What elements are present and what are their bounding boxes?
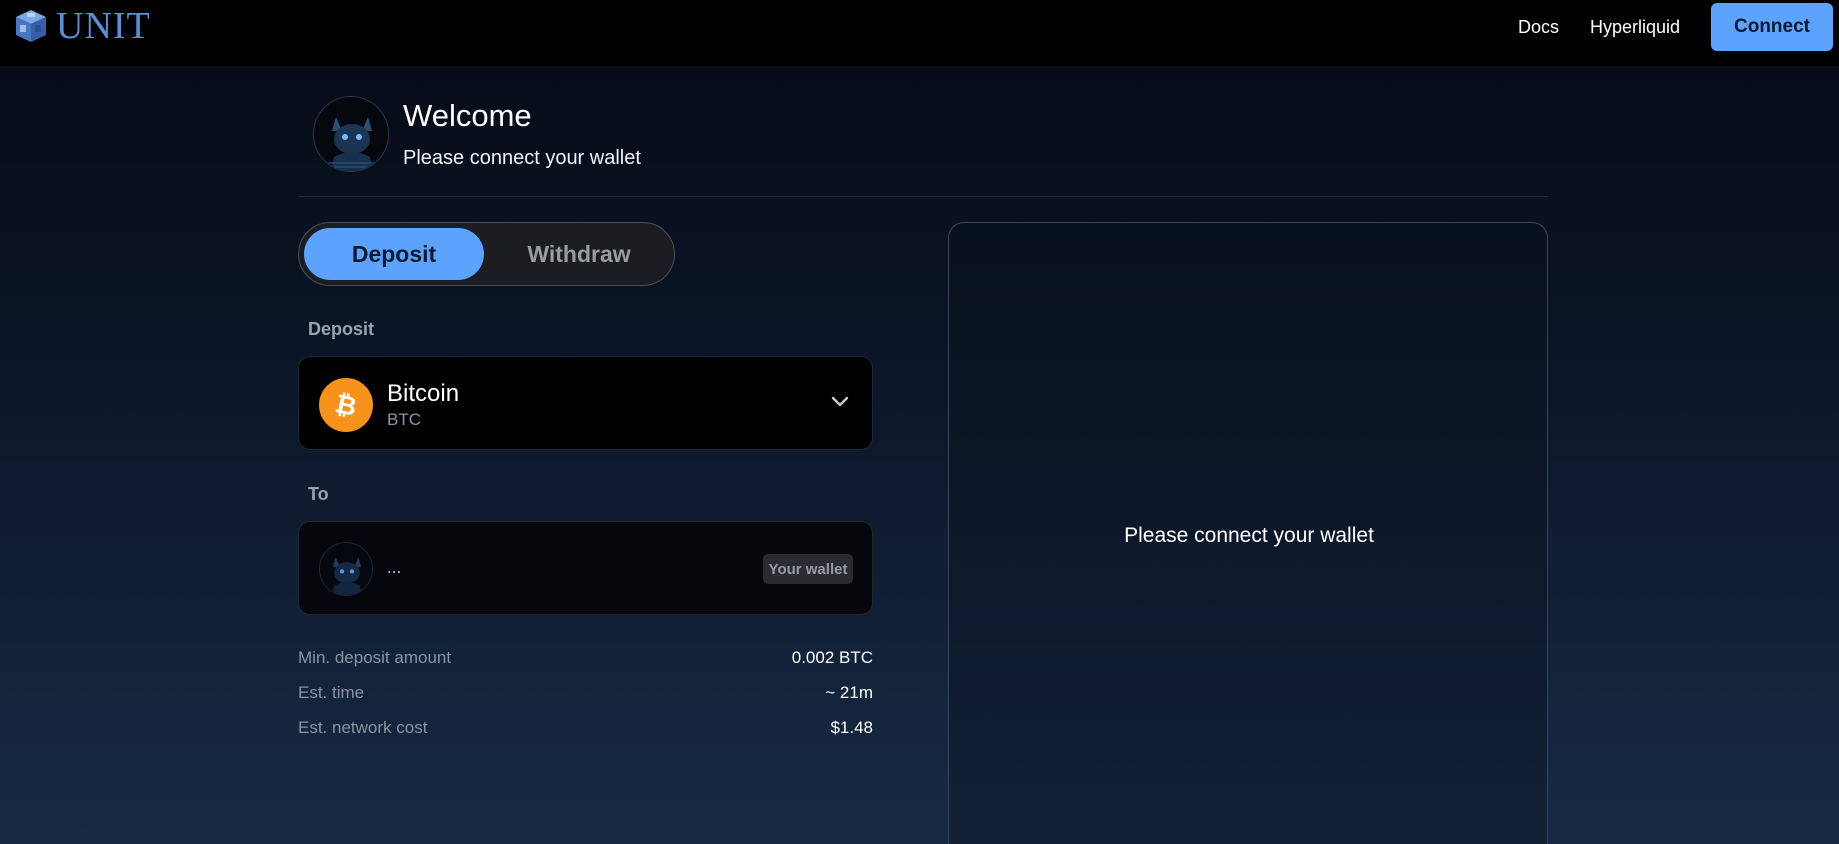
est-time-label: Est. time <box>298 683 365 702</box>
connect-button[interactable]: Connect <box>1711 3 1833 51</box>
min-deposit-row: Min. deposit amount 0.002 BTC <box>298 646 873 670</box>
network-cost-row: Est. network cost $1.48 <box>298 716 873 740</box>
deposit-withdraw-toggle: Deposit Withdraw <box>298 222 675 286</box>
cat-avatar-icon <box>320 543 372 595</box>
est-time-value: ~ 21m <box>825 683 873 702</box>
chevron-down-icon[interactable] <box>830 395 850 409</box>
est-time-row: Est. time ~ 21m <box>298 681 873 705</box>
network-cost-label: Est. network cost <box>298 718 428 737</box>
logo-text: UNIT <box>56 5 151 47</box>
nav-docs-link[interactable]: Docs <box>1518 16 1559 38</box>
to-label: To <box>308 484 329 504</box>
cat-avatar-icon <box>314 97 388 171</box>
nav-hyperliquid-link[interactable]: Hyperliquid <box>1590 16 1680 38</box>
tab-withdraw[interactable]: Withdraw <box>489 228 669 280</box>
welcome-title: Welcome <box>403 98 532 133</box>
asset-ticker: BTC <box>387 410 421 429</box>
destination-wallet-field: ... Your wallet <box>298 521 873 615</box>
tab-deposit[interactable]: Deposit <box>304 228 484 280</box>
wallet-status-panel: Please connect your wallet <box>948 222 1548 844</box>
deposit-label: Deposit <box>308 319 375 339</box>
avatar <box>313 96 389 172</box>
connect-wallet-message: Please connect your wallet <box>1124 524 1374 547</box>
wallet-address: ... <box>387 558 402 577</box>
min-deposit-value: 0.002 BTC <box>791 648 873 667</box>
unit-logo[interactable]: UNIT <box>12 6 151 46</box>
network-cost-value: $1.48 <box>830 718 873 737</box>
welcome-subtitle: Please connect your wallet <box>403 147 641 169</box>
header-divider <box>298 196 1548 197</box>
asset-selector[interactable]: ₿ Bitcoin BTC <box>298 356 873 450</box>
asset-name: Bitcoin <box>387 380 460 407</box>
bitcoin-icon: ₿ <box>319 378 373 432</box>
svg-text:₿: ₿ <box>332 390 359 420</box>
min-deposit-label: Min. deposit amount <box>298 648 452 667</box>
wallet-avatar <box>319 542 373 596</box>
your-wallet-badge: Your wallet <box>763 554 853 584</box>
top-navigation-bar: UNIT Docs Hyperliquid Connect <box>0 0 1839 66</box>
logo-cube-icon <box>16 10 46 42</box>
